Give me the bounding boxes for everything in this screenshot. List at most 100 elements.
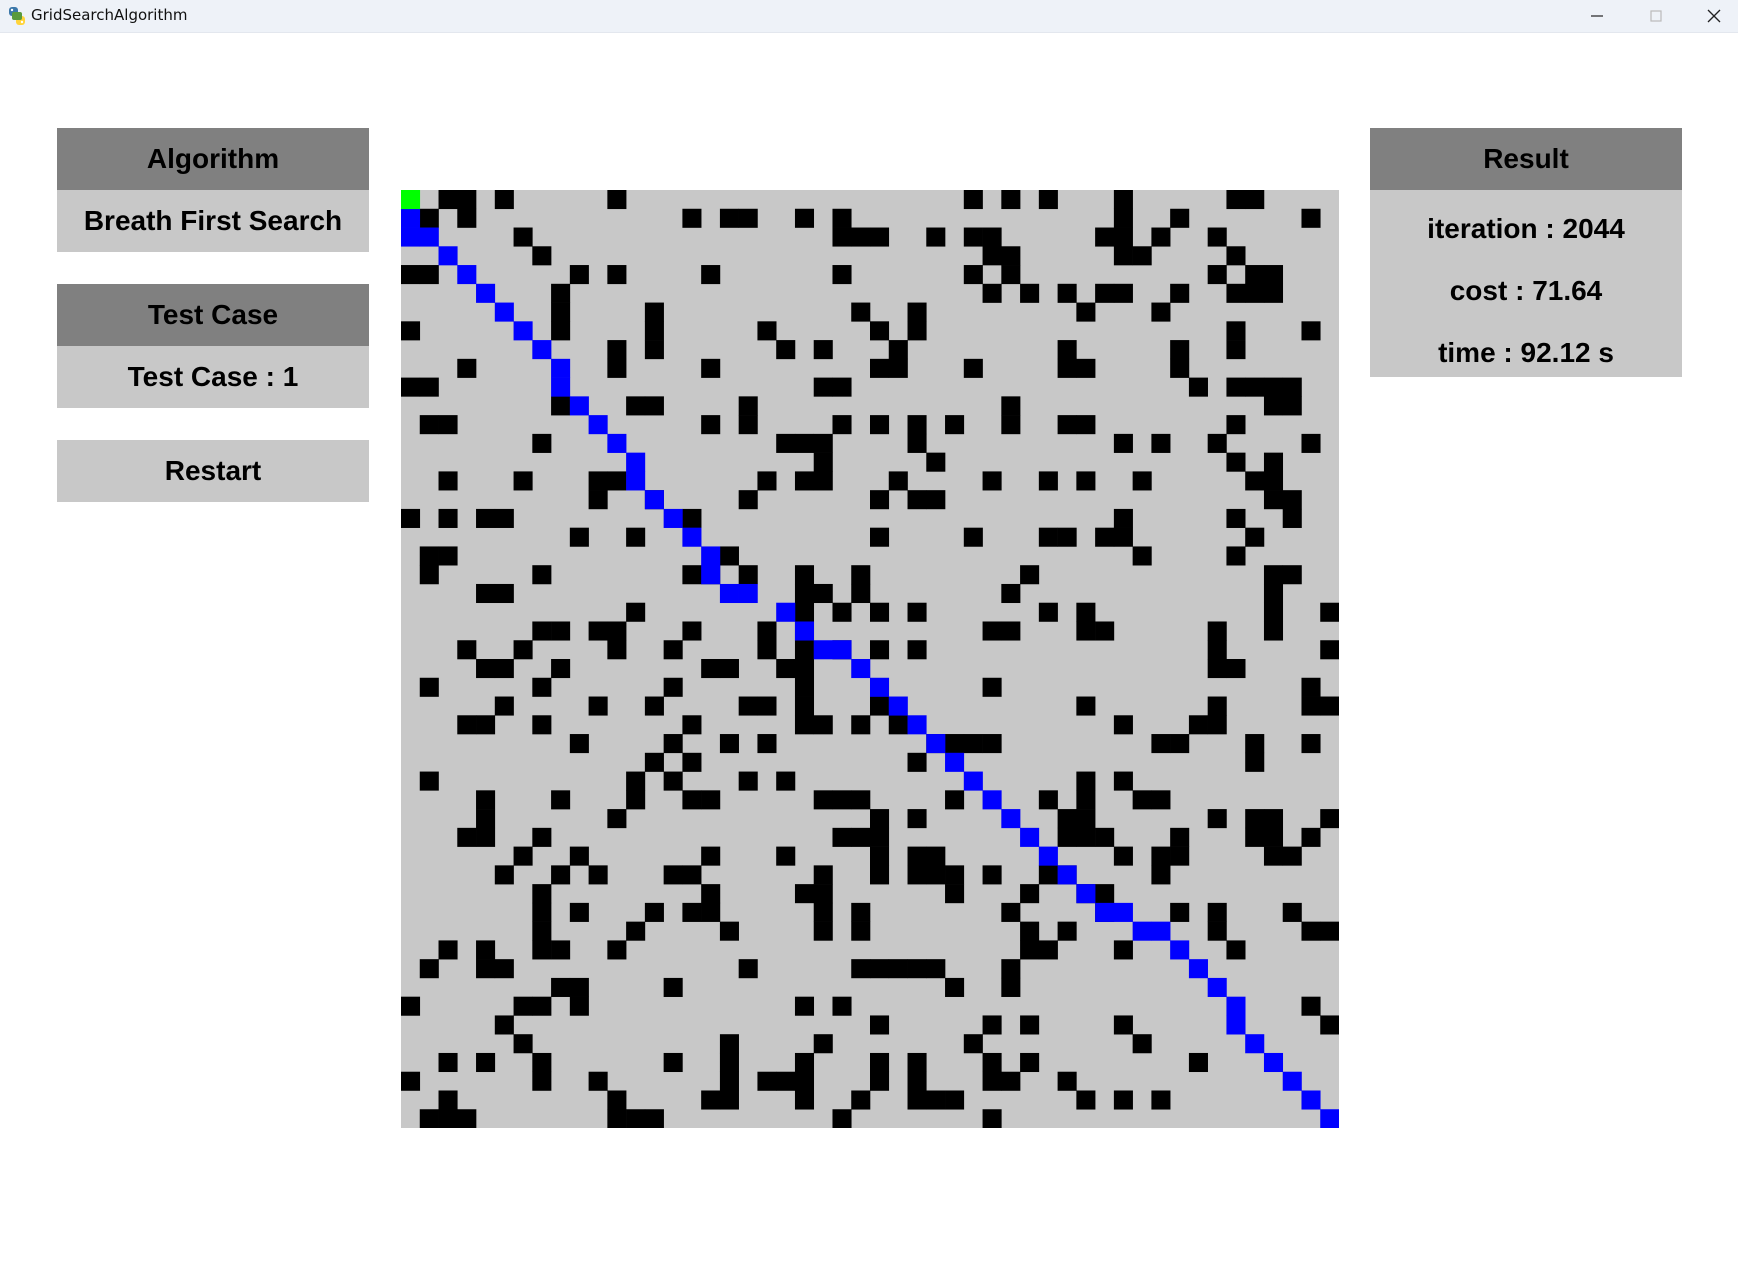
wall-cell[interactable] bbox=[1057, 1071, 1077, 1091]
wall-cell[interactable] bbox=[1320, 696, 1339, 716]
wall-cell[interactable] bbox=[794, 433, 815, 453]
wall-cell[interactable] bbox=[1113, 771, 1133, 791]
wall-cell[interactable] bbox=[569, 846, 589, 866]
wall-cell[interactable] bbox=[738, 565, 758, 585]
wall-cell[interactable] bbox=[1207, 809, 1227, 829]
path-cell[interactable] bbox=[1301, 1090, 1321, 1110]
wall-cell[interactable] bbox=[532, 246, 552, 266]
wall-cell[interactable] bbox=[607, 1109, 627, 1128]
wall-cell[interactable] bbox=[607, 358, 627, 378]
wall-cell[interactable] bbox=[1207, 696, 1227, 716]
path-cell[interactable] bbox=[870, 677, 890, 697]
wall-cell[interactable] bbox=[870, 1052, 890, 1073]
wall-cell[interactable] bbox=[438, 508, 458, 528]
wall-cell[interactable] bbox=[1151, 734, 1171, 754]
wall-cell[interactable] bbox=[419, 265, 439, 285]
wall-cell[interactable] bbox=[1226, 190, 1246, 210]
wall-cell[interactable] bbox=[832, 827, 852, 847]
wall-cell[interactable] bbox=[438, 940, 458, 960]
wall-cell[interactable] bbox=[663, 640, 683, 660]
wall-cell[interactable] bbox=[663, 677, 683, 697]
wall-cell[interactable] bbox=[738, 490, 758, 510]
wall-cell[interactable] bbox=[870, 959, 890, 979]
wall-cell[interactable] bbox=[1076, 696, 1096, 716]
path-cell[interactable] bbox=[1038, 846, 1058, 866]
wall-cell[interactable] bbox=[813, 790, 833, 810]
wall-cell[interactable] bbox=[438, 546, 458, 566]
wall-cell[interactable] bbox=[1263, 583, 1284, 604]
wall-cell[interactable] bbox=[1113, 715, 1133, 735]
wall-cell[interactable] bbox=[626, 921, 646, 941]
path-cell[interactable] bbox=[738, 583, 758, 604]
minimize-button[interactable] bbox=[1568, 0, 1626, 33]
wall-cell[interactable] bbox=[551, 659, 571, 679]
wall-cell[interactable] bbox=[1207, 921, 1227, 941]
wall-cell[interactable] bbox=[982, 227, 1002, 247]
wall-cell[interactable] bbox=[1076, 471, 1096, 491]
wall-cell[interactable] bbox=[569, 265, 589, 285]
wall-cell[interactable] bbox=[1151, 302, 1171, 322]
wall-cell[interactable] bbox=[1263, 490, 1284, 510]
wall-cell[interactable] bbox=[1170, 846, 1190, 866]
wall-cell[interactable] bbox=[832, 996, 852, 1016]
wall-cell[interactable] bbox=[1207, 659, 1227, 679]
wall-cell[interactable] bbox=[569, 902, 589, 922]
wall-cell[interactable] bbox=[794, 640, 815, 660]
path-cell[interactable] bbox=[438, 246, 458, 266]
path-cell[interactable] bbox=[776, 602, 796, 622]
wall-cell[interactable] bbox=[682, 715, 702, 735]
wall-cell[interactable] bbox=[1095, 227, 1115, 247]
wall-cell[interactable] bbox=[1057, 358, 1077, 378]
wall-cell[interactable] bbox=[513, 640, 533, 660]
wall-cell[interactable] bbox=[682, 621, 702, 641]
wall-cell[interactable] bbox=[794, 696, 815, 716]
wall-cell[interactable] bbox=[1207, 621, 1227, 641]
wall-cell[interactable] bbox=[663, 734, 683, 754]
wall-cell[interactable] bbox=[476, 1052, 496, 1073]
wall-cell[interactable] bbox=[870, 602, 890, 622]
path-cell[interactable] bbox=[1226, 1015, 1246, 1035]
wall-cell[interactable] bbox=[1245, 809, 1265, 829]
wall-cell[interactable] bbox=[1282, 508, 1302, 528]
wall-cell[interactable] bbox=[757, 696, 777, 716]
path-cell[interactable] bbox=[701, 546, 721, 566]
wall-cell[interactable] bbox=[982, 283, 1002, 303]
wall-cell[interactable] bbox=[926, 959, 946, 979]
wall-cell[interactable] bbox=[813, 377, 833, 397]
wall-cell[interactable] bbox=[1151, 865, 1171, 885]
wall-cell[interactable] bbox=[1188, 715, 1208, 735]
wall-cell[interactable] bbox=[532, 621, 552, 641]
wall-cell[interactable] bbox=[1076, 621, 1096, 641]
wall-cell[interactable] bbox=[926, 452, 946, 472]
wall-cell[interactable] bbox=[776, 659, 796, 679]
wall-cell[interactable] bbox=[870, 827, 890, 847]
wall-cell[interactable] bbox=[701, 265, 721, 285]
wall-cell[interactable] bbox=[776, 340, 796, 360]
wall-cell[interactable] bbox=[1320, 809, 1339, 829]
wall-cell[interactable] bbox=[701, 358, 721, 378]
wall-cell[interactable] bbox=[1076, 415, 1096, 435]
wall-cell[interactable] bbox=[682, 508, 702, 528]
wall-cell[interactable] bbox=[813, 921, 833, 941]
wall-cell[interactable] bbox=[1320, 640, 1339, 660]
wall-cell[interactable] bbox=[757, 640, 777, 660]
wall-cell[interactable] bbox=[419, 377, 439, 397]
wall-cell[interactable] bbox=[1188, 377, 1208, 397]
wall-cell[interactable] bbox=[870, 321, 890, 341]
path-cell[interactable] bbox=[832, 640, 852, 660]
wall-cell[interactable] bbox=[1113, 527, 1133, 547]
wall-cell[interactable] bbox=[870, 696, 890, 716]
wall-cell[interactable] bbox=[832, 377, 852, 397]
wall-cell[interactable] bbox=[888, 358, 908, 378]
wall-cell[interactable] bbox=[626, 602, 646, 622]
wall-cell[interactable] bbox=[1263, 283, 1284, 303]
wall-cell[interactable] bbox=[757, 471, 777, 491]
wall-cell[interactable] bbox=[1038, 940, 1058, 960]
wall-cell[interactable] bbox=[682, 565, 702, 585]
wall-cell[interactable] bbox=[813, 715, 833, 735]
wall-cell[interactable] bbox=[551, 283, 571, 303]
wall-cell[interactable] bbox=[1151, 846, 1171, 866]
wall-cell[interactable] bbox=[701, 846, 721, 866]
path-cell[interactable] bbox=[701, 565, 721, 585]
wall-cell[interactable] bbox=[532, 1052, 552, 1073]
